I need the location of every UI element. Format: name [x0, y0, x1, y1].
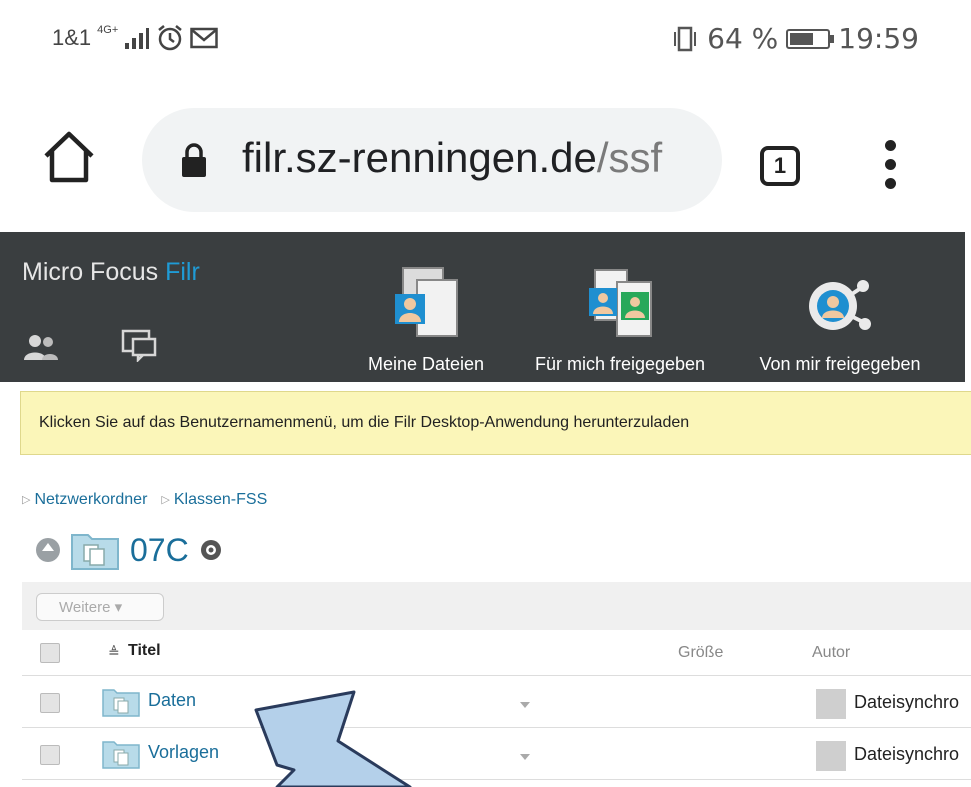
- url-path: /ssf: [596, 134, 663, 181]
- lock-icon: [182, 143, 206, 177]
- folder-icon: [102, 689, 140, 717]
- header-edge: [965, 232, 971, 382]
- product-name: Filr: [165, 258, 200, 286]
- breadcrumb-label: Klassen-FSS: [173, 491, 268, 508]
- status-bar: 1&1 4G+ 64 % 19:59: [0, 0, 971, 88]
- status-right: 64 % 19:59: [671, 22, 919, 55]
- breadcrumb: ▷ Netzwerkordner ▷ Klassen-FSS: [22, 491, 267, 509]
- url-host: filr.sz-renningen.de: [242, 134, 597, 181]
- nav-my-files[interactable]: Meine Dateien: [352, 232, 500, 382]
- folder-icon: [102, 741, 140, 769]
- shared-by-me-icon: [809, 280, 871, 330]
- column-author[interactable]: Autor: [812, 644, 850, 662]
- row-author: Dateisynchro: [854, 744, 960, 764]
- nav-shared-with-me[interactable]: Für mich freigegeben: [520, 232, 720, 382]
- breadcrumb-arrow-icon: ▷: [22, 494, 31, 506]
- brand-logo: Micro Focus Filr: [22, 258, 200, 287]
- folder-icon: [71, 534, 119, 570]
- chat-icon[interactable]: [120, 328, 160, 362]
- url-text[interactable]: filr.sz-renningen.de/ssf: [242, 134, 662, 182]
- desktop-app-notice: Klicken Sie auf das Benutzernamenmenü, u…: [20, 391, 971, 455]
- folder-header: 07C: [36, 527, 223, 573]
- table-header: ≜ Titel Größe Autor: [22, 630, 971, 676]
- column-title[interactable]: Titel: [128, 642, 161, 660]
- more-vert-icon[interactable]: [882, 140, 898, 196]
- row-menu-caret-icon[interactable]: [520, 754, 530, 760]
- signal-icon: [125, 28, 150, 49]
- folder-toolbar: Weitere ▾: [22, 582, 971, 630]
- vibrate-icon: [674, 26, 697, 51]
- browser-toolbar: filr.sz-renningen.de/ssf 1: [0, 88, 971, 228]
- breadcrumb-item-klassen-fss[interactable]: ▷ Klassen-FSS: [161, 491, 267, 509]
- home-icon[interactable]: [40, 128, 98, 186]
- sort-icon[interactable]: ≜: [108, 644, 120, 661]
- nav-shared-by-me-label: Von mir freigegeben: [759, 354, 921, 374]
- status-left: 1&1 4G+: [52, 24, 219, 52]
- row-title-link[interactable]: Daten: [148, 690, 196, 711]
- more-actions-button[interactable]: Weitere ▾: [36, 593, 164, 621]
- users-icon[interactable]: [22, 332, 62, 362]
- navigate-up-icon[interactable]: [36, 538, 60, 562]
- chevron-down-icon: ▾: [114, 599, 123, 616]
- breadcrumb-arrow-icon: ▷: [161, 494, 170, 506]
- battery-percent: 64 %: [707, 22, 779, 55]
- my-files-icon: [395, 267, 458, 337]
- gear-icon[interactable]: [199, 538, 223, 562]
- network-type-label: 4G+: [97, 24, 119, 36]
- select-all-checkbox[interactable]: [40, 643, 60, 663]
- brand-name: Micro Focus: [22, 258, 159, 286]
- row-menu-caret-icon[interactable]: [520, 702, 530, 708]
- nav-shared-with-me-label: Für mich freigegeben: [534, 354, 706, 374]
- table-row[interactable]: Daten Dateisynchro: [22, 678, 971, 728]
- row-title-link[interactable]: Vorlagen: [148, 742, 219, 763]
- clock: 19:59: [838, 22, 919, 55]
- avatar: [816, 689, 846, 719]
- app-header: Micro Focus Filr Meine Dateien Für mich …: [0, 232, 971, 382]
- battery-icon: [786, 28, 835, 49]
- row-checkbox[interactable]: [40, 745, 60, 765]
- alarm-icon: [158, 25, 183, 51]
- avatar: [816, 741, 846, 771]
- address-bar[interactable]: filr.sz-renningen.de/ssf: [142, 108, 722, 212]
- more-actions-label: Weitere: [59, 599, 111, 616]
- nav-shared-by-me[interactable]: Von mir freigegeben: [730, 232, 950, 382]
- mail-icon: [190, 27, 219, 49]
- table-row[interactable]: Vorlagen Dateisynchro: [22, 730, 971, 780]
- row-author: Dateisynchro: [854, 692, 960, 712]
- tab-switcher-button[interactable]: 1: [760, 146, 800, 186]
- folder-title: 07C: [130, 531, 189, 568]
- column-size[interactable]: Größe: [678, 644, 723, 662]
- breadcrumb-item-netzwerkordner[interactable]: ▷ Netzwerkordner: [22, 491, 147, 509]
- carrier-label: 1&1: [52, 25, 92, 50]
- breadcrumb-label: Netzwerkordner: [34, 491, 148, 508]
- nav-my-files-label: Meine Dateien: [367, 354, 485, 374]
- row-checkbox[interactable]: [40, 693, 60, 713]
- shared-with-me-icon: [589, 269, 652, 337]
